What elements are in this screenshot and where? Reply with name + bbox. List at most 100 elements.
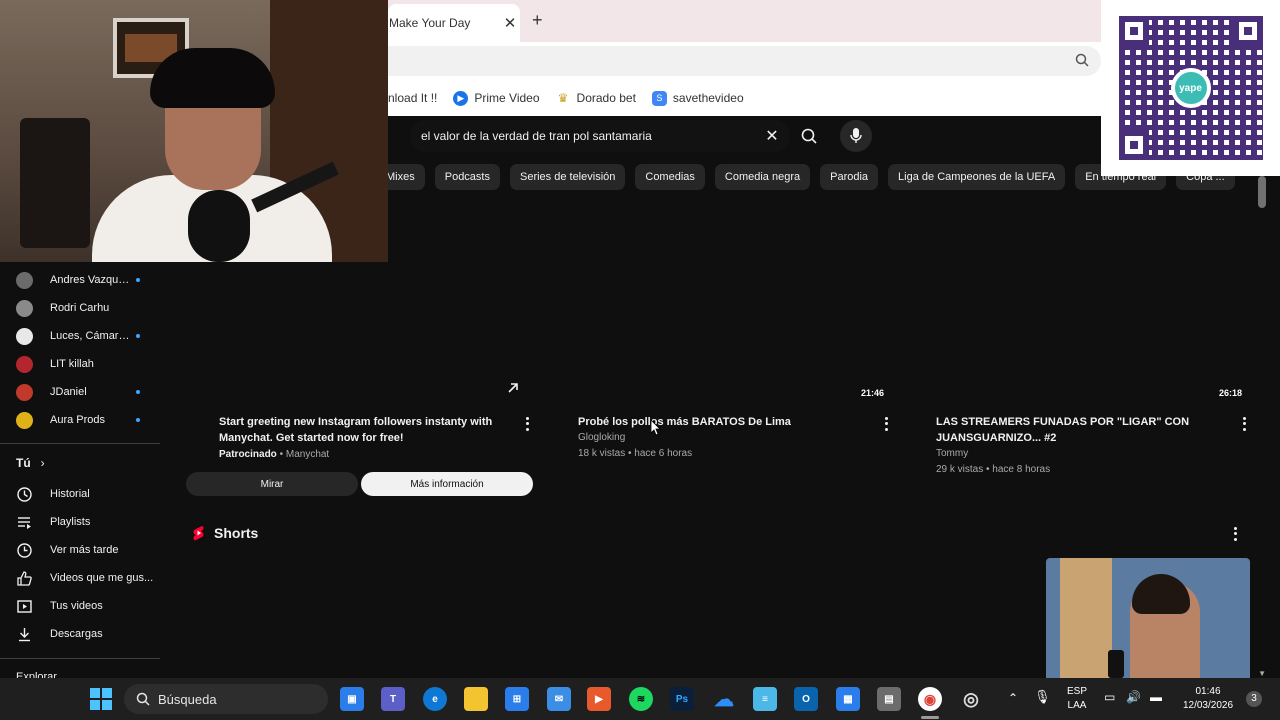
voice-search-button[interactable] xyxy=(840,120,872,152)
subscription-name: Luces, Cámara, ... xyxy=(50,330,130,342)
video-card[interactable]: Probé los pollos más BARATOS De Lima Glo… xyxy=(578,414,868,462)
media-player-icon[interactable]: ▶ xyxy=(587,687,611,711)
sidebar-subscription[interactable]: Andres Vazquez ... xyxy=(16,266,156,294)
qr-finder xyxy=(1118,130,1149,160)
new-content-dot xyxy=(136,278,140,282)
edge-icon[interactable]: e xyxy=(423,687,447,711)
mouse-cursor-icon xyxy=(651,420,661,436)
microsoft-store-icon[interactable]: ⊞ xyxy=(505,687,529,711)
sidebar-item-label: Videos que me gus... xyxy=(50,572,154,584)
zoom-icon[interactable] xyxy=(1075,53,1089,67)
sidebar-subscription[interactable]: Aura Prods xyxy=(16,406,156,434)
savethevideo-icon: S xyxy=(651,90,667,106)
downloads-icon xyxy=(19,627,30,641)
teams-icon[interactable]: T xyxy=(381,687,405,711)
chip-comedias[interactable]: Comedias xyxy=(635,164,705,190)
chip-champions[interactable]: Liga de Campeones de la UEFA xyxy=(888,164,1066,190)
chrome-icon[interactable]: ◉ xyxy=(918,687,942,711)
new-tab-button[interactable]: + xyxy=(532,10,543,31)
you-section-header[interactable]: Tú › xyxy=(16,456,45,470)
sidebar-divider xyxy=(0,443,160,444)
volume-icon[interactable]: 🔊 xyxy=(1126,690,1141,704)
qr-finder xyxy=(1118,16,1149,46)
sidebar-subscription[interactable]: Luces, Cámara, ... xyxy=(16,322,156,350)
sidebar-item-playlists[interactable]: Playlists xyxy=(16,508,156,536)
new-content-dot xyxy=(136,334,140,338)
video-menu-icon[interactable] xyxy=(880,416,892,432)
chip-parodia[interactable]: Parodia xyxy=(820,164,879,190)
sidebar-item-liked[interactable]: Videos que me gus... xyxy=(16,564,156,592)
ad-menu-icon[interactable] xyxy=(521,416,533,432)
tray-overflow-icon[interactable]: ⌃ xyxy=(1008,691,1018,705)
battery-icon[interactable]: ▬ xyxy=(1150,690,1162,704)
shorts-icon xyxy=(193,526,204,541)
playlists-icon xyxy=(18,516,31,529)
mail-icon[interactable]: ✉ xyxy=(547,687,571,711)
ad-title[interactable]: Start greeting new Instagram followers i… xyxy=(219,414,499,446)
ad-card[interactable]: Start greeting new Instagram followers i… xyxy=(219,414,499,463)
taskbar-search[interactable]: Búsqueda xyxy=(124,684,328,714)
sidebar-item-history[interactable]: Historial xyxy=(16,480,156,508)
bookmark-prime-video[interactable]: ▶ Prime Video xyxy=(453,90,540,106)
search-button[interactable] xyxy=(792,120,826,152)
photoshop-icon[interactable]: Ps xyxy=(670,687,694,711)
bookmark-label: nload It !! xyxy=(388,91,438,105)
thumbnail-phone xyxy=(1108,650,1124,678)
network-icon[interactable]: ▭ xyxy=(1104,690,1115,704)
chip-podcasts[interactable]: Podcasts xyxy=(434,164,500,190)
video-channel[interactable]: Glogloking xyxy=(578,430,868,446)
onedrive-icon[interactable]: ☁ xyxy=(712,687,736,711)
scroll-down-icon[interactable]: ▼ xyxy=(1258,669,1266,678)
chip-series[interactable]: Series de televisión xyxy=(509,164,626,190)
notepad-icon[interactable]: ≡ xyxy=(753,687,777,711)
address-bar[interactable] xyxy=(388,46,1101,76)
video-title[interactable]: LAS STREAMERS FUNADAS POR "LIGAR" CON JU… xyxy=(936,414,1226,446)
sidebar-item-watch-later[interactable]: Ver más tarde xyxy=(16,536,156,564)
language-indicator[interactable]: ESP LAA xyxy=(1064,685,1090,713)
clear-search-icon[interactable]: ✕ xyxy=(760,126,784,146)
yape-logo: yape xyxy=(1170,68,1211,108)
sidebar-subscription[interactable]: JDaniel xyxy=(16,378,156,406)
sidebar-item-downloads[interactable]: Descargas xyxy=(16,620,156,648)
ad-more-info-button[interactable]: Más información xyxy=(361,472,533,496)
sidebar-subscription[interactable]: Rodri Carhu xyxy=(16,294,156,322)
video-channel[interactable]: Tommy xyxy=(936,446,1226,462)
outlook-icon[interactable]: O xyxy=(794,687,818,711)
short-thumbnail[interactable] xyxy=(1046,558,1250,678)
video-card[interactable]: LAS STREAMERS FUNADAS POR "LIGAR" CON JU… xyxy=(936,414,1226,478)
clock[interactable]: 01:46 12/03/2026 xyxy=(1178,685,1238,713)
bookmark-download[interactable]: nload It !! xyxy=(388,91,437,105)
avatar xyxy=(16,411,33,429)
ad-watch-button[interactable]: Mirar xyxy=(186,472,358,496)
history-icon xyxy=(17,486,32,502)
browser-tab[interactable]: Make Your Day ✕ xyxy=(388,4,520,42)
calendar-icon[interactable]: ▦ xyxy=(836,687,860,711)
shorts-menu-icon[interactable] xyxy=(1229,526,1241,542)
bookmark-savethevideo[interactable]: S savethevideo xyxy=(651,90,744,106)
tray-microphone-icon[interactable]: 🎙 xyxy=(1034,690,1051,704)
bookmark-dorado-bet[interactable]: ♛ Dorado bet xyxy=(556,91,636,106)
avatar xyxy=(16,383,33,401)
page-scrollbar[interactable]: ▼ xyxy=(1256,176,1268,678)
external-link-icon[interactable] xyxy=(504,379,522,397)
subscription-name: Rodri Carhu xyxy=(50,302,110,314)
video-menu-icon[interactable] xyxy=(1238,416,1250,432)
search-input[interactable]: el valor de la verdad de tran pol santam… xyxy=(410,120,790,152)
windows-start-icon[interactable] xyxy=(90,688,112,710)
tab-close-icon[interactable]: ✕ xyxy=(500,14,520,32)
sidebar-subscription[interactable]: LIT killah xyxy=(16,350,156,378)
video-title[interactable]: Probé los pollos más BARATOS De Lima xyxy=(578,414,868,430)
sidebar-item-your-videos[interactable]: Tus videos xyxy=(16,592,156,620)
obs-icon[interactable]: ◎ xyxy=(959,687,983,711)
qr-finder xyxy=(1232,16,1263,46)
calculator-icon[interactable]: ▤ xyxy=(877,687,901,711)
chip-comedia-negra[interactable]: Comedia negra xyxy=(714,164,811,190)
notification-badge[interactable]: 3 xyxy=(1246,691,1262,707)
file-explorer-icon[interactable] xyxy=(464,687,488,711)
scrollbar-thumb[interactable] xyxy=(1258,176,1266,208)
chip-mixes[interactable]: Mixes xyxy=(388,164,425,190)
task-view-icon[interactable]: ▣ xyxy=(340,687,364,711)
active-app-indicator xyxy=(921,716,939,719)
bookmark-label: Dorado bet xyxy=(576,91,636,105)
spotify-icon[interactable]: ≋ xyxy=(629,687,653,711)
